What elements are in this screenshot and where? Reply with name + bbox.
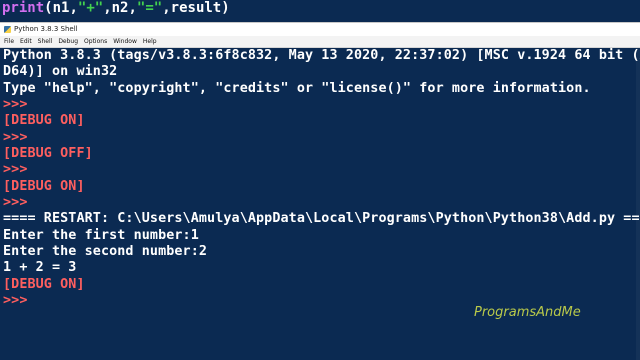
comma: ,: [103, 0, 112, 16]
menu-file[interactable]: File: [0, 36, 17, 47]
banner-line: Python 3.8.3 (tags/v3.8.3:6f8c832, May 1…: [3, 48, 640, 63]
debug-status-line: [DEBUG ON]: [3, 113, 85, 129]
window-title: Python 3.8.3 Shell: [14, 25, 78, 33]
menu-options[interactable]: Options: [81, 36, 110, 47]
menu-edit[interactable]: Edit: [17, 36, 35, 47]
input-line: Enter the first number:1: [3, 227, 199, 243]
python-icon: [4, 26, 11, 33]
comma: ,: [69, 0, 78, 16]
shell-prompt: >>>: [3, 162, 28, 178]
comma: ,: [162, 0, 171, 16]
comma: ,: [128, 0, 137, 16]
arg-n1: n1: [52, 0, 70, 16]
shell-prompt: >>>: [3, 195, 28, 211]
input-line: Enter the second number:2: [3, 244, 208, 260]
open-paren: (: [44, 0, 53, 16]
arg-result: result: [170, 0, 222, 16]
window-titlebar[interactable]: Python 3.8.3 Shell: [0, 22, 640, 36]
debug-status-line: [DEBUG OFF]: [3, 146, 93, 162]
menu-bar: File Edit Shell Debug Options Window Help: [0, 36, 640, 48]
menu-shell[interactable]: Shell: [35, 36, 56, 47]
close-paren: ): [221, 0, 230, 16]
screen: print(n1,"+",n2,"=",result) Python 3.8.3…: [0, 0, 640, 360]
watermark-text: ProgramsAndMe: [474, 305, 581, 320]
result-line: 1 + 2 = 3: [3, 260, 77, 276]
string-equals: "=": [136, 0, 163, 16]
banner-line: Type "help", "copyright", "credits" or "…: [3, 80, 591, 96]
menu-window[interactable]: Window: [110, 36, 140, 47]
editor-code-line[interactable]: print(n1,"+",n2,"=",result): [0, 0, 640, 20]
shell-prompt: >>>: [3, 129, 28, 145]
menu-debug[interactable]: Debug: [55, 36, 81, 47]
restart-line: ==== RESTART: C:\Users\Amulya\AppData\Lo…: [3, 211, 640, 227]
arg-n2: n2: [111, 0, 129, 16]
banner-line: D64)] on win32: [3, 64, 118, 80]
print-keyword: print: [2, 0, 45, 16]
string-plus: "+": [77, 0, 104, 16]
menu-help[interactable]: Help: [140, 36, 160, 47]
debug-status-line: [DEBUG ON]: [3, 276, 85, 292]
debug-status-line: [DEBUG ON]: [3, 178, 85, 194]
shell-prompt: >>>: [3, 97, 28, 113]
vertical-scrollbar[interactable]: [636, 48, 640, 360]
